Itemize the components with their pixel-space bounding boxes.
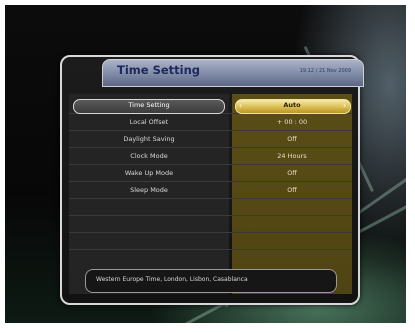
menu-row-empty [69, 201, 352, 216]
tv-screen: Time Setting 19:12 / 21 Nov 2009 ‹ › Tim… [5, 5, 406, 323]
menu-row-sleep-mode[interactable]: Sleep Mode Off [69, 184, 352, 199]
row-label: Local Offset [129, 118, 169, 126]
chevron-right-icon[interactable]: › [343, 101, 346, 110]
row-value[interactable]: + 00 : 00 [232, 118, 352, 126]
row-value[interactable]: Off [232, 186, 352, 194]
row-label: Clock Mode [130, 152, 168, 160]
date-time: 19:12 / 21 Nov 2009 [299, 68, 351, 74]
row-label: Wake Up Mode [124, 169, 174, 177]
row-value[interactable]: Off [232, 135, 352, 143]
settings-panel: Time Setting 19:12 / 21 Nov 2009 ‹ › Tim… [60, 55, 364, 305]
menu-row-empty [69, 235, 352, 250]
chevron-left-icon[interactable]: ‹ [239, 101, 242, 110]
row-label: Sleep Mode [130, 186, 168, 194]
menu-row-wake-up-mode[interactable]: Wake Up Mode Off [69, 167, 352, 182]
menu-row-time-setting[interactable]: ‹ › Time Setting Auto [69, 99, 352, 114]
menu-row-clock-mode[interactable]: Clock Mode 24 Hours [69, 150, 352, 165]
row-label: Daylight Saving [123, 135, 175, 143]
page-title: Time Setting [117, 63, 201, 77]
timezone-description: Western Europe Time, London, Lisbon, Cas… [96, 276, 248, 283]
row-value[interactable]: 24 Hours [232, 152, 352, 160]
row-value[interactable]: Auto [232, 101, 352, 109]
row-value[interactable]: Off [232, 169, 352, 177]
menu-row-empty [69, 218, 352, 233]
info-bar: Western Europe Time, London, Lisbon, Cas… [85, 269, 337, 293]
menu-row-daylight-saving[interactable]: Daylight Saving Off [69, 133, 352, 148]
panel-header: Time Setting 19:12 / 21 Nov 2009 [102, 59, 364, 87]
row-label: Time Setting [128, 101, 170, 109]
menu-row-local-offset[interactable]: Local Offset + 00 : 00 [69, 116, 352, 131]
